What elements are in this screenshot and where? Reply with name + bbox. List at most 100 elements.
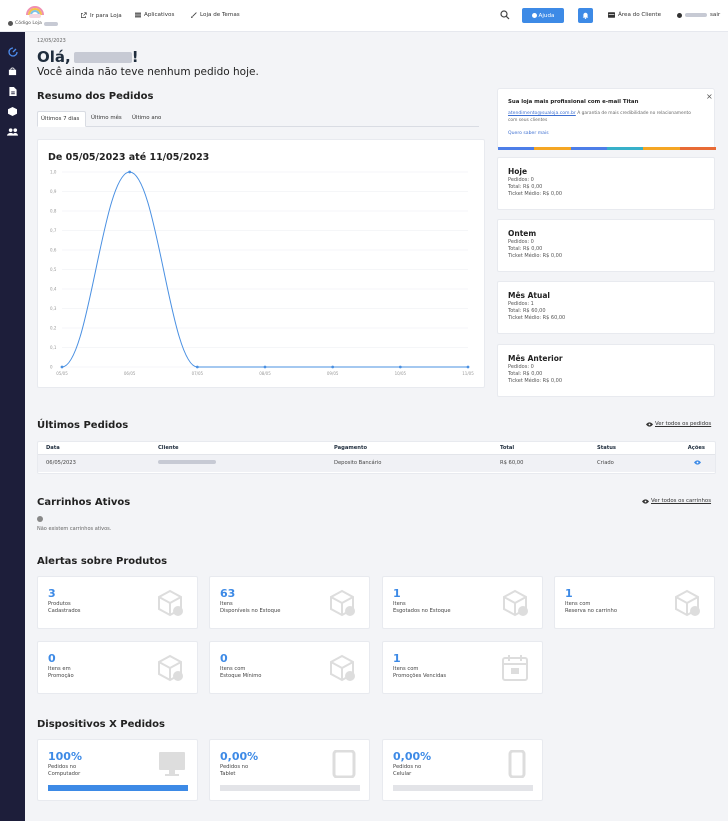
orders-summary-title: Resumo dos Pedidos bbox=[37, 91, 154, 102]
redacted-store-code bbox=[43, 21, 58, 26]
summary-line: Ticket Médio: R$ 0,00 bbox=[508, 191, 563, 197]
box-check-icon bbox=[328, 589, 356, 619]
alert-label-line1: Itens bbox=[220, 601, 233, 607]
view-all-carts-link[interactable]: Ver todos os carrinhos bbox=[642, 498, 711, 504]
device-card: 100% Pedidos no Computador bbox=[37, 739, 198, 801]
alert-card[interactable]: 1 Itens com Reserva no carrinho bbox=[554, 576, 715, 629]
alert-label-line2: Disponíveis no Estoque bbox=[220, 608, 281, 614]
redacted-username bbox=[685, 13, 707, 17]
summary-line: Ticket Médio: R$ 0,00 bbox=[508, 253, 563, 259]
tab-last-month[interactable]: Último mês bbox=[88, 111, 128, 127]
alert-card[interactable]: 63 Itens Disponíveis no Estoque bbox=[209, 576, 370, 629]
y-tick-label: 0,3 bbox=[50, 306, 57, 311]
sidebar-orders-icon[interactable] bbox=[7, 66, 18, 77]
close-icon[interactable]: × bbox=[706, 92, 713, 101]
question-icon bbox=[531, 13, 537, 18]
col-payment: Pagamento bbox=[334, 444, 368, 451]
col-date: Data bbox=[46, 444, 60, 451]
alert-count: 1 bbox=[393, 652, 401, 665]
y-tick-label: 0,2 bbox=[50, 326, 57, 331]
order-date: 06/05/2023 bbox=[46, 460, 76, 467]
calendar-icon bbox=[501, 654, 529, 684]
table-row[interactable]: 06/05/2023 Deposito Bancário R$ 60,00 Cr… bbox=[38, 454, 715, 472]
device-label-line1: Pedidos no bbox=[220, 764, 249, 770]
y-tick-label: 0,9 bbox=[50, 189, 57, 194]
col-client: Cliente bbox=[158, 444, 179, 451]
summary-card: Mês Anterior Pedidos: 0 Total: R$ 0,00 Tick… bbox=[497, 344, 715, 397]
top-bar: Código Loja Ir para Loja Aplicativos Loj… bbox=[0, 0, 728, 32]
x-tick-label: 07/05 bbox=[192, 371, 204, 376]
x-tick-label: 05/05 bbox=[56, 371, 68, 376]
alert-label-line2: Promoção bbox=[48, 673, 74, 679]
sidebar bbox=[0, 32, 25, 821]
view-all-orders-link[interactable]: Ver todos os pedidos bbox=[646, 421, 711, 427]
alert-card[interactable]: 1 Itens com Promoções Vencidas bbox=[382, 641, 543, 694]
client-area-link[interactable]: Área do Cliente bbox=[608, 12, 661, 18]
go-to-store-label: Ir para Loja bbox=[90, 12, 122, 19]
tab-last-year[interactable]: Último ano bbox=[129, 111, 169, 127]
tab-last-7-days[interactable]: Últimos 7 dias bbox=[37, 111, 86, 127]
summary-card: Mês Atual Pedidos: 1 Total: R$ 60,00 Ticket… bbox=[497, 281, 715, 334]
sidebar-reports-icon[interactable] bbox=[7, 86, 18, 97]
redacted-client-name bbox=[158, 460, 216, 465]
data-point bbox=[60, 365, 64, 369]
y-tick-label: 0,8 bbox=[50, 209, 57, 214]
active-carts-title: Carrinhos Ativos bbox=[37, 497, 131, 508]
external-link-icon bbox=[81, 12, 87, 18]
go-to-store-link[interactable]: Ir para Loja bbox=[80, 12, 122, 19]
orders-chart-card: De 05/05/2023 até 11/05/2023 0 0,1 0,2 0,3 0… bbox=[37, 139, 485, 388]
data-point bbox=[128, 170, 132, 174]
alert-card[interactable]: 1 Itens Esgotados no Estoque bbox=[382, 576, 543, 629]
summary-line: Pedidos: 0 bbox=[508, 177, 534, 183]
search-icon[interactable] bbox=[500, 10, 510, 22]
order-payment: Deposito Bancário bbox=[334, 460, 382, 467]
period-tabs: Últimos 7 dias Último mês Último ano bbox=[37, 111, 479, 127]
promo-text: atendimento@sualoja.com.br A garantia de… bbox=[508, 110, 698, 124]
alert-count: 0 bbox=[48, 652, 56, 665]
summary-line: Total: R$ 60,00 bbox=[508, 308, 546, 314]
store-code-label: Código Loja bbox=[15, 21, 42, 26]
greeting-subtitle: Você ainda não teve nenhum pedido hoje. bbox=[37, 66, 259, 78]
greeting-suffix: ! bbox=[131, 48, 139, 66]
device-progress-bar bbox=[393, 785, 533, 791]
alert-card[interactable]: 3 Produtos Cadastrados bbox=[37, 576, 198, 629]
sad-face-icon bbox=[37, 516, 43, 522]
notifications-button[interactable] bbox=[578, 8, 593, 23]
logout-link[interactable]: sair bbox=[677, 12, 720, 18]
summary-line: Pedidos: 0 bbox=[508, 239, 534, 245]
col-actions: Ações bbox=[687, 444, 705, 451]
help-button[interactable]: Ajuda bbox=[522, 8, 564, 23]
promo-learn-more-link[interactable]: Quero saber mais bbox=[508, 131, 549, 136]
device-label-line2: Tablet bbox=[220, 771, 236, 777]
col-total: Total bbox=[500, 444, 515, 451]
card-icon bbox=[608, 12, 615, 18]
device-progress-fill bbox=[48, 785, 188, 791]
device-percentage: 0,00% bbox=[393, 750, 432, 763]
store-logo[interactable] bbox=[24, 3, 46, 19]
alert-card[interactable]: 0 Itens em Promoção bbox=[37, 641, 198, 694]
y-tick-label: 0,7 bbox=[50, 228, 57, 233]
summary-card: Hoje Pedidos: 0 Total: R$ 0,00 Ticket Médio… bbox=[497, 157, 715, 210]
apps-link[interactable]: Aplicativos bbox=[135, 12, 174, 18]
y-tick-label: 0 bbox=[50, 365, 53, 370]
alert-count: 0 bbox=[220, 652, 228, 665]
sidebar-dashboard-icon[interactable] bbox=[7, 46, 18, 57]
box-tag-icon bbox=[156, 654, 184, 684]
sidebar-customers-icon[interactable] bbox=[7, 126, 18, 137]
empty-carts-message: Não existem carrinhos ativos. bbox=[37, 526, 112, 532]
sidebar-products-icon[interactable] bbox=[7, 106, 18, 117]
theme-store-link[interactable]: Loja de Temas bbox=[191, 12, 240, 18]
summary-line: Ticket Médio: R$ 60,00 bbox=[508, 315, 566, 321]
bell-icon bbox=[582, 12, 589, 19]
promo-email-link[interactable]: atendimento@sualoja.com.br bbox=[508, 111, 576, 116]
view-order-icon[interactable] bbox=[683, 454, 715, 472]
summary-card: Ontem Pedidos: 0 Total: R$ 0,00 Ticket Médi… bbox=[497, 219, 715, 272]
y-tick-label: 0,4 bbox=[50, 287, 57, 292]
summary-line: Ticket Médio: R$ 0,00 bbox=[508, 378, 563, 384]
col-status: Status bbox=[597, 444, 616, 451]
alert-card[interactable]: 0 Itens com Estoque Mínimo bbox=[209, 641, 370, 694]
alert-count: 1 bbox=[565, 587, 573, 600]
latest-orders-title: Últimos Pedidos bbox=[37, 420, 129, 431]
x-tick-label: 11/05 bbox=[462, 371, 474, 376]
x-tick-label: 10/05 bbox=[395, 371, 407, 376]
